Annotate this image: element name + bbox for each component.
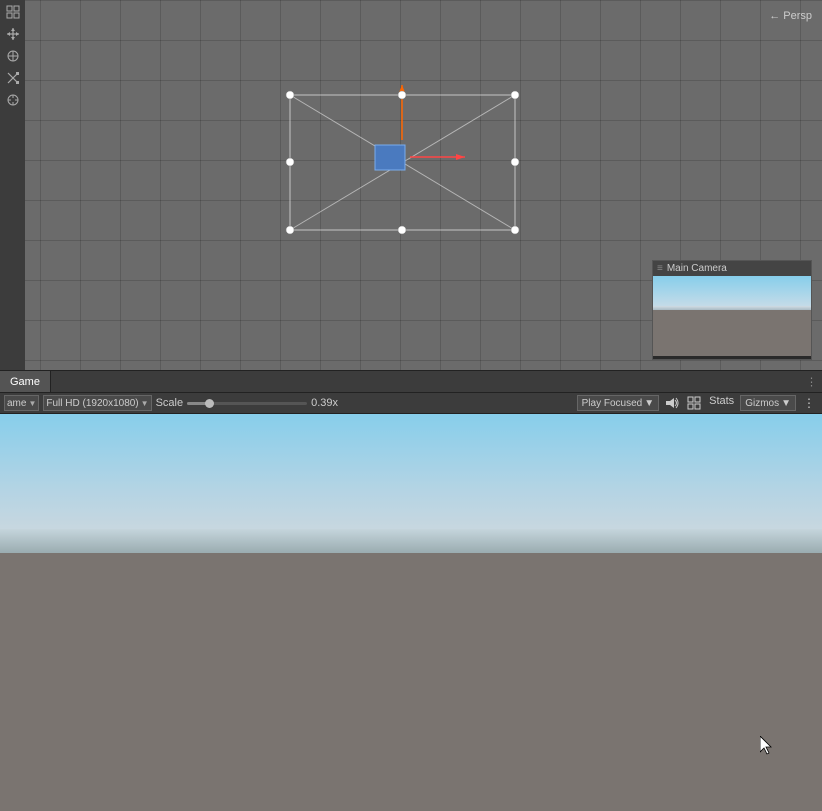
scene-toolbar-left — [0, 0, 25, 370]
stats-button[interactable]: Stats — [707, 395, 736, 411]
game-toolbar: ame ▼ Full HD (1920x1080) ▼ Scale 0.39x … — [0, 392, 822, 414]
game-view — [0, 414, 822, 811]
hand-tool-icon[interactable] — [3, 2, 23, 22]
play-focused-button[interactable]: Play Focused ▼ — [577, 395, 660, 411]
game-view-content — [0, 414, 822, 811]
display-label: ame — [7, 398, 26, 409]
display-arrow: ▼ — [28, 399, 36, 408]
camera-panel-icon: ≡ — [657, 263, 663, 274]
scene-view: ← Persp ≡ Main Camera — [0, 0, 822, 370]
horizon-area — [0, 529, 822, 553]
cursor-indicator — [760, 736, 774, 756]
panel-more-icon[interactable]: ⋮ — [806, 375, 817, 388]
ground-area — [0, 553, 822, 811]
persp-label: ← Persp — [769, 10, 812, 22]
resolution-arrow: ▼ — [141, 399, 149, 408]
gizmos-label: Gizmos — [745, 398, 779, 409]
scale-tool-icon[interactable] — [3, 68, 23, 88]
camera-panel-label: Main Camera — [667, 263, 727, 274]
scale-slider-fill — [187, 402, 207, 405]
more-options-button[interactable]: ⋮ — [800, 395, 818, 411]
scale-knob — [205, 399, 214, 408]
display-select[interactable]: ame ▼ — [4, 395, 39, 411]
move-tool-icon[interactable] — [3, 24, 23, 44]
scale-label: Scale — [156, 397, 184, 409]
play-focused-label: Play Focused — [582, 398, 643, 409]
scale-value: 0.39x — [311, 397, 346, 409]
gizmos-button[interactable]: Gizmos ▼ — [740, 395, 796, 411]
camera-frustum-svg — [280, 85, 530, 240]
grid-button[interactable] — [685, 395, 703, 411]
scale-slider[interactable] — [187, 402, 307, 405]
rotate-tool-icon[interactable] — [3, 46, 23, 66]
sky-area — [0, 414, 822, 541]
play-focused-arrow: ▼ — [644, 398, 654, 409]
game-tab[interactable]: Game — [0, 371, 51, 392]
resolution-select[interactable]: Full HD (1920x1080) ▼ — [43, 395, 151, 411]
panel-tabs: Game ⋮ — [0, 370, 822, 392]
transform-tool-icon[interactable] — [3, 90, 23, 110]
main-camera-title: ≡ Main Camera — [653, 261, 811, 276]
main-camera-panel: ≡ Main Camera — [652, 260, 812, 360]
gizmos-arrow: ▼ — [781, 398, 791, 409]
main-camera-view — [653, 276, 811, 356]
audio-button[interactable] — [663, 395, 681, 411]
resolution-label: Full HD (1920x1080) — [46, 398, 138, 409]
scale-container: Scale 0.39x — [156, 397, 347, 409]
